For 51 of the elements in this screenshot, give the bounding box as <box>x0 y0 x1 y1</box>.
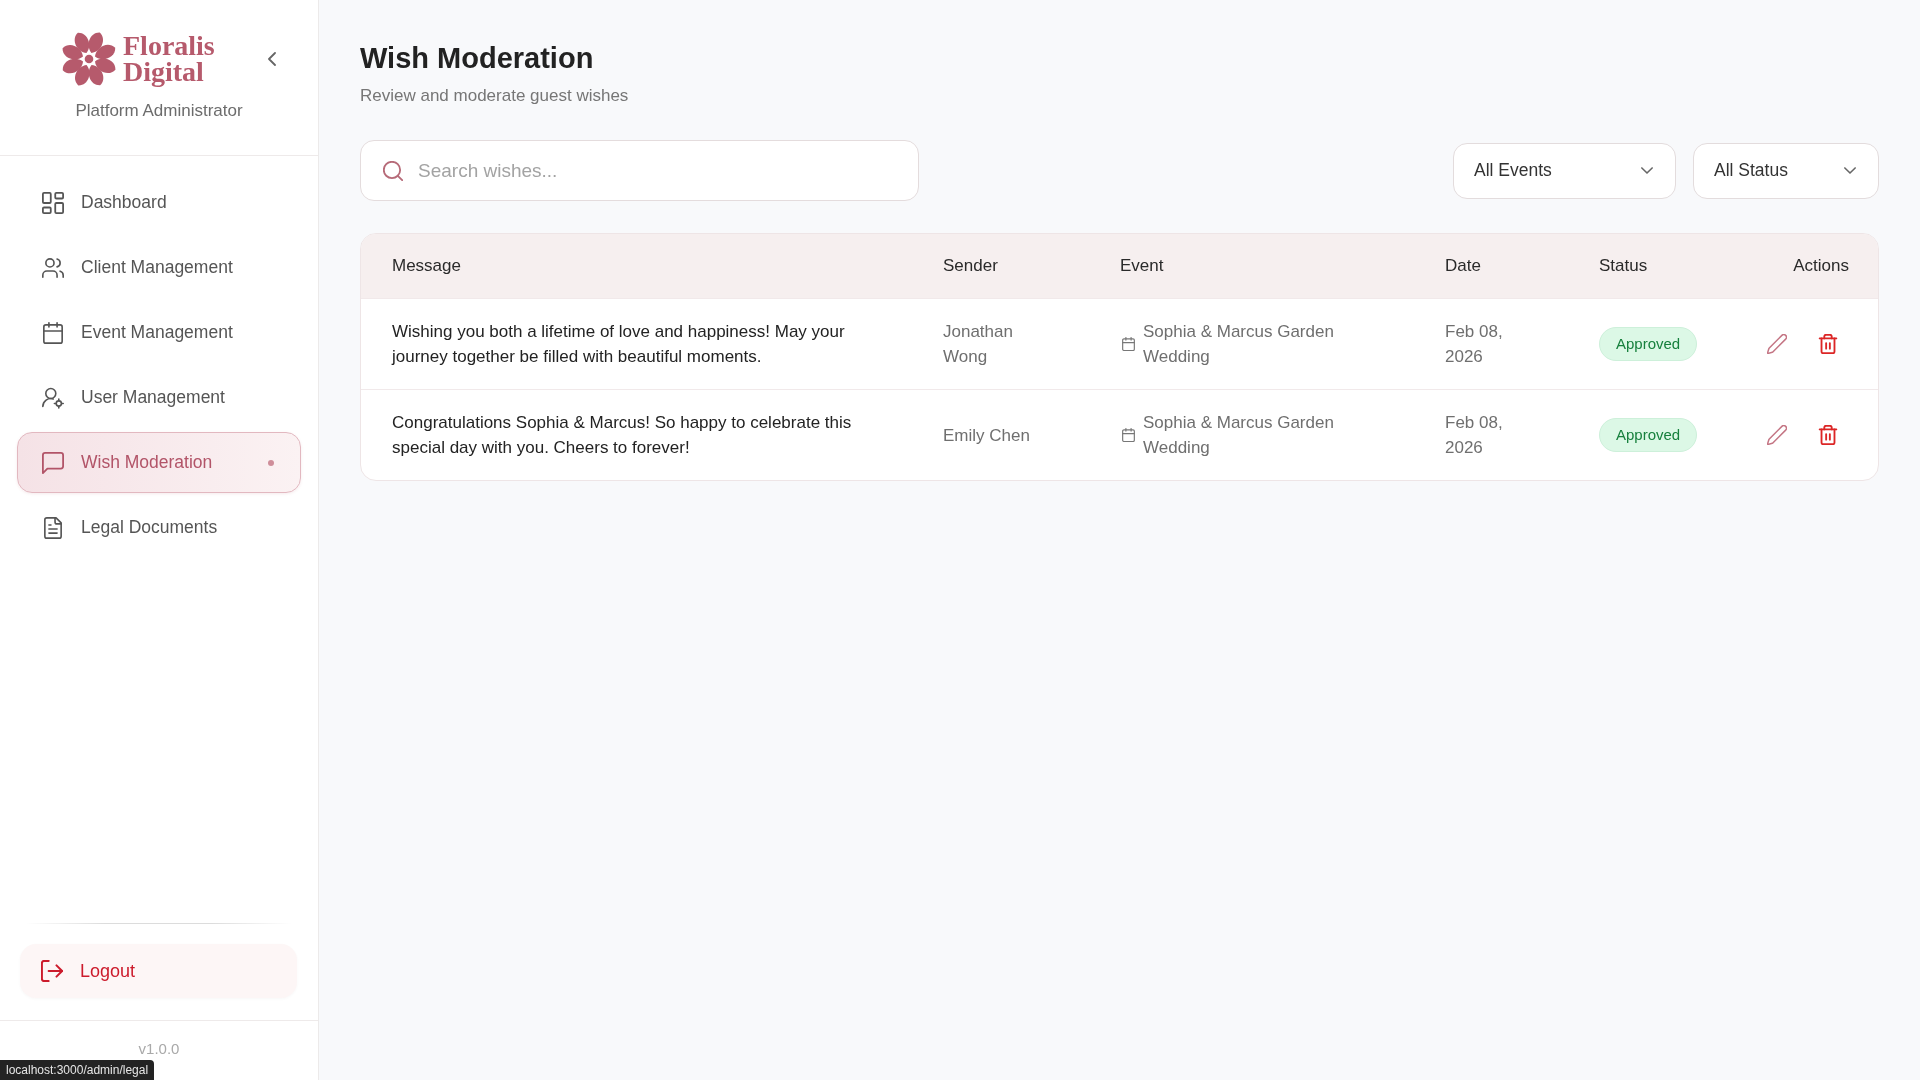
date-text: Feb 08, 2026 <box>1445 321 1504 368</box>
logout-icon <box>41 960 63 982</box>
trash-icon <box>1818 334 1838 354</box>
event-name: Sophia & Marcus Garden Wedding <box>1143 412 1335 459</box>
logout-button[interactable]: Logout <box>20 944 297 998</box>
search-field[interactable]: Search wishes... <box>360 140 919 201</box>
nav-item[interactable]: Event Management <box>17 302 301 363</box>
chevron-left-icon <box>268 52 276 66</box>
column-header: Sender <box>943 256 998 275</box>
dashboard-icon <box>42 191 64 214</box>
sender-name: Emily Chen <box>943 424 1030 447</box>
nav-item[interactable]: Client Management <box>17 237 301 298</box>
nav-item[interactable]: Legal Documents <box>17 497 301 558</box>
filter-dropdown[interactable]: All Events <box>1453 142 1676 199</box>
nav-item[interactable]: User Management <box>17 367 301 428</box>
filter-dropdown[interactable]: All Status <box>1693 142 1879 199</box>
chevron-down-icon <box>1844 167 1856 174</box>
chevron-down-icon <box>1641 167 1653 174</box>
dot-icon <box>268 459 274 466</box>
role-label: Platform Administrator <box>75 101 243 121</box>
column-header: Actions <box>1793 256 1849 275</box>
brand-name: Floralis Digital <box>123 33 215 85</box>
status-badge: Approved <box>1599 418 1698 452</box>
event-name: Sophia & Marcus Garden Wedding <box>1143 321 1335 368</box>
users-icon <box>42 256 64 279</box>
nav-item[interactable]: Wish Moderation <box>17 432 301 493</box>
sender-name: Jonathan Wong <box>943 321 1014 368</box>
column-header: Date <box>1445 256 1481 275</box>
document-icon <box>42 516 64 539</box>
page-title: Wish Moderation <box>360 41 594 76</box>
nav-item[interactable]: Dashboard <box>17 172 301 233</box>
column-header: Event <box>1120 256 1164 275</box>
search-icon <box>383 161 403 181</box>
pencil-icon <box>1767 425 1787 445</box>
calendar-icon <box>1122 428 1135 442</box>
message-text: Congratulations Sophia & Marcus! So happy to celebrate this special day with you. Cheers to forever! <box>392 412 853 459</box>
date-text: Feb 08, 2026 <box>1445 412 1504 459</box>
trash-icon <box>1818 425 1838 445</box>
pencil-icon <box>1767 334 1787 354</box>
collapse-button[interactable] <box>268 52 276 66</box>
calendar-icon <box>1122 337 1135 351</box>
calendar-icon <box>42 321 64 344</box>
message-text: Wishing you both a lifetime of love and happiness! May your journey together be filled with beautiful moments. <box>392 321 846 368</box>
page-subtitle: Review and moderate guest wishes <box>360 86 629 106</box>
message-icon <box>42 451 64 474</box>
status-badge: Approved <box>1599 327 1698 361</box>
user-gear-icon <box>42 386 64 409</box>
status-url-tooltip: localhost:3000/admin/legal <box>0 1060 155 1080</box>
column-header: Message <box>392 256 461 275</box>
column-header: Status <box>1599 256 1648 275</box>
flower-logo-icon <box>60 30 118 88</box>
